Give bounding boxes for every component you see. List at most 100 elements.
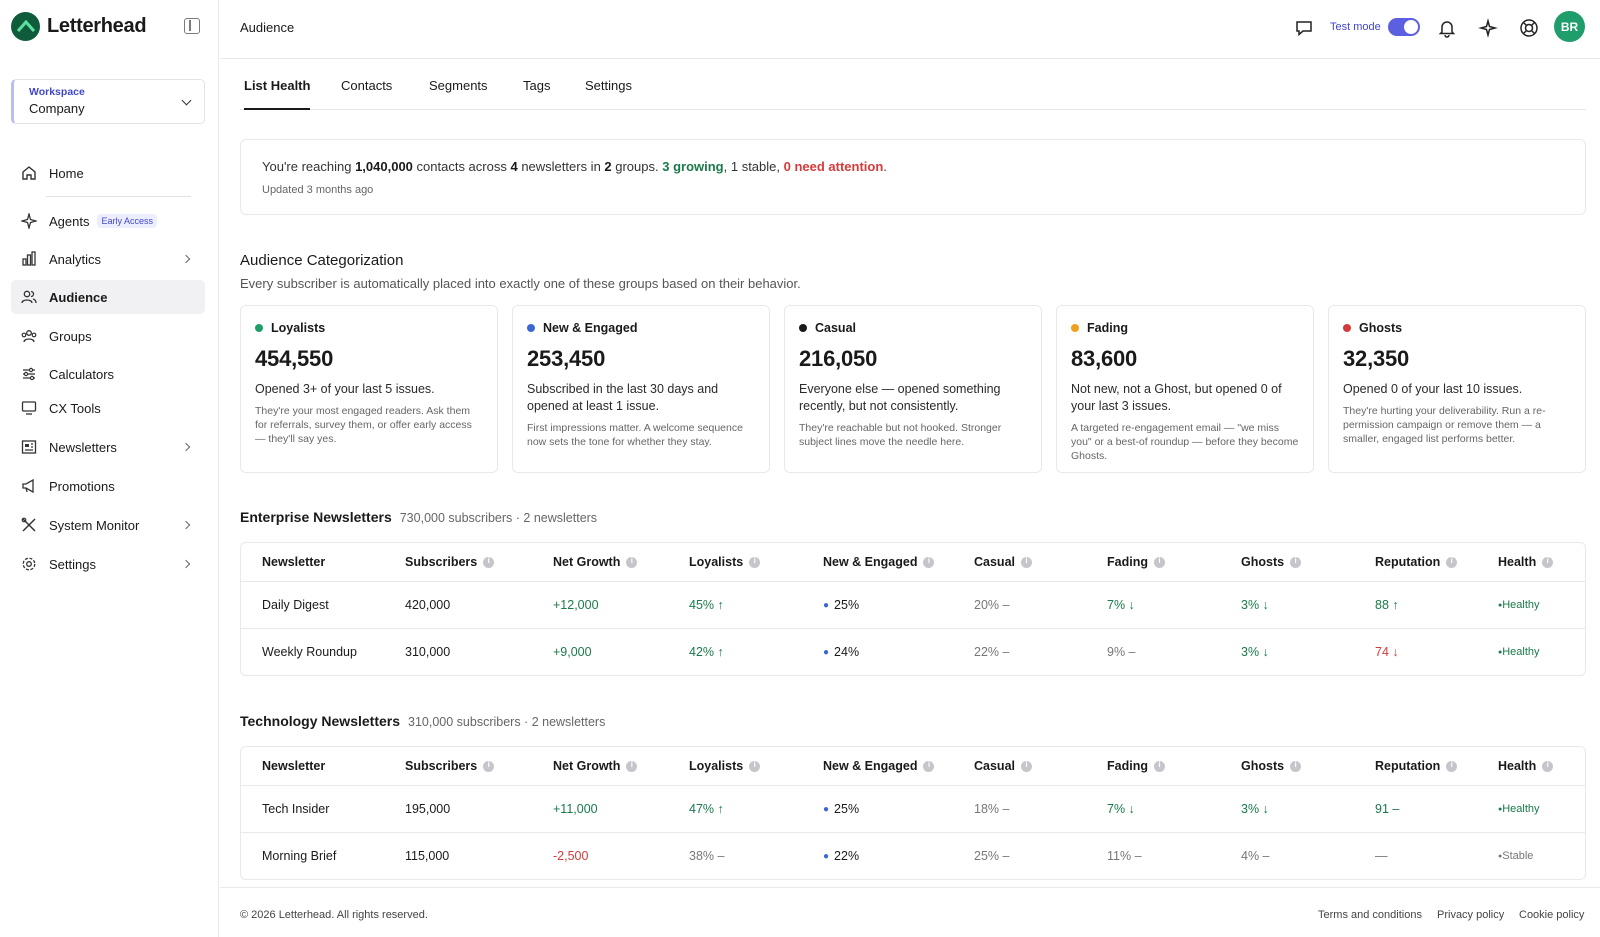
info-icon[interactable] — [626, 760, 638, 772]
column-header-health[interactable]: Health — [1498, 747, 1554, 785]
dot-icon: ● — [823, 599, 830, 611]
column-header-casual[interactable]: Casual — [974, 747, 1032, 785]
column-header-newsletter[interactable]: Newsletter — [262, 543, 325, 581]
status-dot — [527, 324, 535, 332]
tab-contacts[interactable]: Contacts — [341, 78, 392, 110]
cell-reputation: — — [1375, 833, 1388, 879]
group-name: Enterprise Newsletters — [240, 509, 392, 525]
tab-settings[interactable]: Settings — [585, 78, 632, 110]
column-header-reputation[interactable]: Reputation — [1375, 747, 1458, 785]
info-icon[interactable] — [1021, 556, 1032, 568]
sidebar-item-groups[interactable]: Groups — [11, 319, 205, 353]
user-avatar[interactable]: BR — [1554, 11, 1585, 42]
cell-new-engaged: ● 24% — [823, 629, 859, 675]
info-icon[interactable] — [483, 556, 495, 568]
workspace-name: Company — [29, 101, 85, 116]
column-header-new-engaged[interactable]: New & Engaged — [823, 747, 935, 785]
sidebar-item-promotions[interactable]: Promotions — [11, 469, 205, 503]
info-icon[interactable] — [749, 556, 761, 568]
sidebar-item-analytics[interactable]: Analytics — [11, 242, 205, 276]
cell-value: 4% – — [1241, 849, 1270, 863]
cell-value: Healthy — [1502, 599, 1540, 611]
cell-value: 91 – — [1375, 802, 1400, 816]
sidebar-item-home[interactable]: Home — [11, 156, 205, 190]
column-header-ghosts[interactable]: Ghosts — [1241, 543, 1302, 581]
cell-value: Stable — [1502, 850, 1534, 862]
column-header-ghosts[interactable]: Ghosts — [1241, 747, 1302, 785]
column-header-net-growth[interactable]: Net Growth — [553, 543, 638, 581]
card-name: Ghosts — [1359, 321, 1403, 335]
column-header-fading[interactable]: Fading — [1107, 543, 1165, 581]
cell-value: Tech Insider — [262, 802, 330, 816]
column-header-casual[interactable]: Casual — [974, 543, 1032, 581]
column-header-newsletter[interactable]: Newsletter — [262, 747, 325, 785]
table-row[interactable]: Weekly Roundup 310,000 +9,000 42% ↑ ● 24% 22% … — [241, 628, 1585, 675]
updated-timestamp: Updated 3 months ago — [262, 184, 374, 196]
sidebar-item-settings[interactable]: Settings — [11, 547, 205, 581]
cell-value: 420,000 — [405, 598, 451, 612]
column-header-subscribers[interactable]: Subscribers — [405, 747, 495, 785]
column-header-label: Ghosts — [1241, 555, 1285, 569]
sidebar-item-newsletters[interactable]: Newsletters — [11, 430, 205, 464]
summary-text: newsletters in — [517, 159, 605, 174]
column-header-loyalists[interactable]: Loyalists — [689, 747, 761, 785]
tab-segments[interactable]: Segments — [429, 78, 488, 110]
privacy-link[interactable]: Privacy policy — [1437, 909, 1504, 921]
bell-icon[interactable] — [1436, 17, 1458, 39]
help-lifebuoy-icon[interactable] — [1518, 17, 1540, 39]
info-icon[interactable] — [749, 760, 761, 772]
table-row[interactable]: Daily Digest 420,000 +12,000 45% ↑ ● 25% 20% –… — [241, 581, 1585, 628]
chat-icon[interactable] — [1293, 17, 1315, 39]
column-header-health[interactable]: Health — [1498, 543, 1554, 581]
workspace-selector[interactable]: Workspace Company — [11, 79, 205, 124]
card-note: First impressions matter. A welcome sequ… — [527, 422, 743, 448]
sliders-icon — [21, 366, 37, 382]
status-dot — [799, 324, 807, 332]
terms-link[interactable]: Terms and conditions — [1318, 909, 1422, 921]
info-icon[interactable] — [1542, 760, 1554, 772]
sidebar-item-system-monitor[interactable]: System Monitor — [11, 508, 205, 542]
cookie-link[interactable]: Cookie policy — [1519, 909, 1584, 921]
column-header-subscribers[interactable]: Subscribers — [405, 543, 495, 581]
category-card-casual: Casual 216,050 Everyone else — opened so… — [784, 305, 1042, 473]
info-icon[interactable] — [1542, 556, 1554, 568]
column-header-reputation[interactable]: Reputation — [1375, 543, 1458, 581]
cell-value: 74 ↓ — [1375, 645, 1399, 659]
table-row[interactable]: Morning Brief 115,000 -2,500 38% – ● 22% 25% –… — [241, 832, 1585, 879]
sidebar-item-cx-tools[interactable]: CX Tools — [11, 391, 205, 425]
column-header-new-engaged[interactable]: New & Engaged — [823, 543, 935, 581]
table-row[interactable]: Tech Insider 195,000 +11,000 47% ↑ ● 25% 18% –… — [241, 785, 1585, 832]
info-icon[interactable] — [1290, 556, 1302, 568]
column-header-label: Fading — [1107, 759, 1148, 773]
categorization-subtitle: Every subscriber is automatically placed… — [240, 276, 801, 291]
sparkle-icon[interactable] — [1477, 17, 1499, 39]
cell-value: 47% ↑ — [689, 802, 724, 816]
info-icon[interactable] — [1446, 760, 1458, 772]
info-icon[interactable] — [923, 556, 935, 568]
tab-list-health[interactable]: List Health — [244, 78, 311, 110]
info-icon[interactable] — [1290, 760, 1302, 772]
cell-value: 38% – — [689, 849, 725, 863]
info-icon[interactable] — [923, 760, 935, 772]
cell-reputation: 74 ↓ — [1375, 629, 1399, 675]
info-icon[interactable] — [626, 556, 638, 568]
column-header-loyalists[interactable]: Loyalists — [689, 543, 761, 581]
tab-tags[interactable]: Tags — [523, 78, 550, 110]
sidebar-item-agents[interactable]: Agents Early Access — [11, 204, 205, 238]
collapse-sidebar-icon[interactable] — [184, 18, 200, 34]
info-icon[interactable] — [1446, 556, 1458, 568]
info-icon[interactable] — [483, 760, 495, 772]
info-icon[interactable] — [1153, 556, 1165, 568]
sidebar-item-label: Audience — [49, 289, 108, 305]
test-mode-toggle[interactable] — [1388, 18, 1420, 36]
column-header-fading[interactable]: Fading — [1107, 747, 1165, 785]
sidebar-item-audience[interactable]: Audience — [11, 280, 205, 314]
card-value: 32,350 — [1343, 346, 1410, 371]
info-icon[interactable] — [1153, 760, 1165, 772]
sidebar-item-calculators[interactable]: Calculators — [11, 357, 205, 391]
info-icon[interactable] — [1021, 760, 1032, 772]
column-header-label: Reputation — [1375, 759, 1441, 773]
column-header-net-growth[interactable]: Net Growth — [553, 747, 638, 785]
column-header-label: Subscribers — [405, 759, 478, 773]
card-value: 83,600 — [1071, 346, 1138, 371]
